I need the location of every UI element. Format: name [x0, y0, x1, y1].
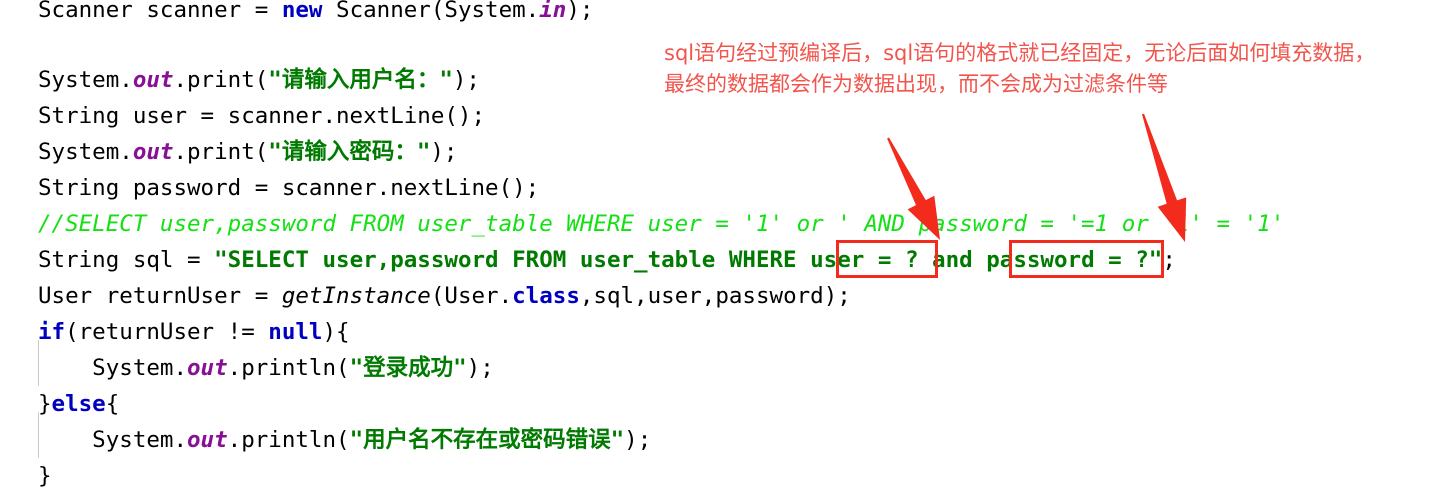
code-token: System.	[38, 67, 133, 93]
code-token: .print(	[173, 67, 269, 93]
code-token: User returnUser =	[38, 283, 282, 309]
code-token: ;	[1162, 247, 1176, 273]
code-token: System.	[38, 427, 188, 453]
code-token: .println(	[227, 427, 350, 453]
code-token: class	[512, 283, 580, 309]
code-token: if	[38, 319, 66, 345]
code-token: );	[452, 67, 480, 93]
code-token: getInstance	[281, 283, 431, 309]
code-token: String user = scanner.nextLine();	[38, 103, 486, 129]
line-read-password[interactable]: String password = scanner.nextLine();	[38, 170, 539, 206]
line-print-password[interactable]: System.out.print("请输入密码：");	[38, 134, 457, 170]
code-token: String sql =	[38, 247, 215, 273]
code-token: new	[281, 0, 323, 23]
code-token: in	[539, 0, 567, 23]
indent-guide	[38, 340, 39, 386]
code-token: out	[187, 355, 228, 381]
code-token: "请输入密码："	[268, 139, 431, 165]
code-token: null	[268, 319, 323, 345]
line-sql-string[interactable]: String sql = "SELECT user,password FROM …	[38, 242, 1176, 278]
code-token: "登录成功"	[349, 355, 467, 381]
code-token: "用户名不存在或密码错误"	[349, 427, 625, 453]
line-read-user[interactable]: String user = scanner.nextLine();	[38, 98, 485, 134]
line-if[interactable]: if(returnUser != null){	[38, 314, 350, 350]
line-scanner-decl[interactable]: Scanner scanner = new Scanner(System.in)…	[38, 0, 593, 28]
code-token: String password = scanner.nextLine();	[38, 175, 540, 201]
code-token: out	[132, 139, 174, 165]
code-token: //SELECT user,password FROM user_table W…	[38, 211, 1285, 237]
code-token: System.	[38, 355, 188, 381]
code-token: );	[430, 139, 458, 165]
code-token: );	[566, 0, 594, 23]
line-sql-comment[interactable]: //SELECT user,password FROM user_table W…	[38, 206, 1284, 242]
line-print-username[interactable]: System.out.print("请输入用户名：");	[38, 62, 480, 98]
code-token: ){	[322, 319, 350, 345]
line-get-instance[interactable]: User returnUser = getInstance(User.class…	[38, 278, 851, 314]
code-token: else	[51, 391, 106, 417]
line-println-success[interactable]: System.out.println("登录成功");	[38, 350, 494, 386]
code-token: {	[105, 391, 120, 417]
code-token: System.	[38, 139, 133, 165]
code-token: .print(	[173, 139, 269, 165]
indent-guide	[38, 412, 39, 458]
code-token: );	[466, 355, 494, 381]
line-close-brace[interactable]: }	[38, 458, 52, 494]
annotation-note: sql语句经过预编译后，sql语句的格式就已经固定，无论后面如何填充数据， 最终…	[664, 41, 1376, 96]
code-token: "SELECT user,password FROM user_table WH…	[214, 247, 1163, 273]
line-else[interactable]: }else{	[38, 386, 119, 422]
code-token: "请输入用户名："	[268, 67, 453, 93]
code-token: Scanner(System.	[322, 0, 540, 23]
line-println-fail[interactable]: System.out.println("用户名不存在或密码错误");	[38, 422, 651, 458]
code-token: }	[38, 463, 52, 489]
code-token: Scanner scanner =	[38, 0, 282, 23]
code-token: out	[187, 427, 228, 453]
code-screenshot: Scanner scanner = new Scanner(System.in)…	[0, 0, 1454, 503]
code-token: out	[132, 67, 174, 93]
code-token: ,sql,user,password);	[579, 283, 851, 309]
code-token: );	[624, 427, 652, 453]
code-token: (returnUser !=	[65, 319, 269, 345]
code-token: (User.	[430, 283, 513, 309]
code-token: }	[38, 391, 52, 417]
code-token: .println(	[227, 355, 350, 381]
